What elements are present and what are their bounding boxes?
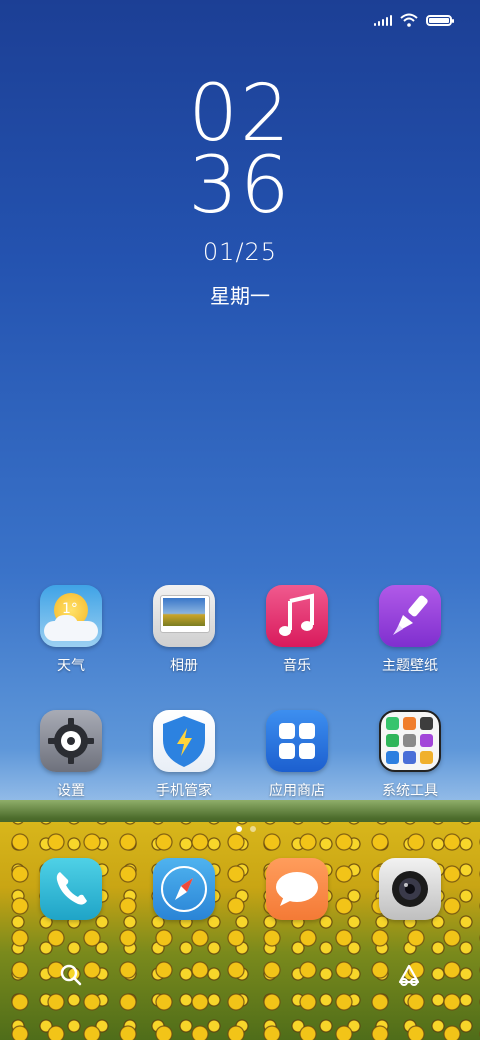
browser-icon xyxy=(153,858,215,920)
app-folder-system-tools[interactable]: 系统工具 xyxy=(360,710,460,800)
app-label: 手机管家 xyxy=(156,783,212,799)
phone-icon xyxy=(40,858,102,920)
wifi-icon xyxy=(400,13,418,27)
clock-minute: 36 xyxy=(188,141,292,231)
app-drawer-icon[interactable] xyxy=(396,962,422,988)
app-label: 主题壁纸 xyxy=(382,658,438,674)
signal-bars-icon xyxy=(374,14,392,26)
page-indicator[interactable] xyxy=(236,826,256,832)
gallery-icon xyxy=(153,585,215,647)
status-bar xyxy=(374,12,454,28)
app-settings[interactable]: 设置 xyxy=(21,710,121,800)
date-text: 01/25 xyxy=(202,238,278,266)
folder-icon xyxy=(379,710,441,772)
dock-browser[interactable] xyxy=(134,858,234,920)
lockscreen-clock: 02 36 xyxy=(0,69,480,231)
app-label: 相册 xyxy=(170,658,198,674)
app-gallery[interactable]: 相册 xyxy=(134,585,234,675)
app-label: 设置 xyxy=(57,783,85,799)
search-icon[interactable] xyxy=(58,962,84,988)
weekday-text: 星期一 xyxy=(210,284,270,308)
app-label: 天气 xyxy=(57,658,85,674)
clock-hour: 02 xyxy=(188,69,292,159)
app-music[interactable]: 音乐 xyxy=(247,585,347,675)
battery-icon xyxy=(426,14,454,26)
dock-messages[interactable] xyxy=(247,858,347,920)
gear-icon xyxy=(40,710,102,772)
app-store-icon xyxy=(266,710,328,772)
music-icon xyxy=(266,585,328,647)
app-security[interactable]: 手机管家 xyxy=(134,710,234,800)
page-dot-2[interactable] xyxy=(250,826,256,832)
weather-icon: 1° xyxy=(40,585,102,647)
page-dot-1[interactable] xyxy=(236,826,242,832)
dock-phone[interactable] xyxy=(21,858,121,920)
wallpaper-sunflower-field xyxy=(0,822,480,1040)
app-label: 音乐 xyxy=(283,658,311,674)
messages-icon xyxy=(266,858,328,920)
app-weather[interactable]: 1° 天气 xyxy=(21,585,121,675)
shield-icon xyxy=(153,710,215,772)
app-label: 系统工具 xyxy=(382,783,438,799)
app-label: 应用商店 xyxy=(269,783,325,799)
weather-temp: 1° xyxy=(62,601,78,617)
app-store[interactable]: 应用商店 xyxy=(247,710,347,800)
dock-camera[interactable] xyxy=(360,858,460,920)
paintbrush-icon xyxy=(379,585,441,647)
camera-icon xyxy=(379,858,441,920)
app-themes[interactable]: 主题壁纸 xyxy=(360,585,460,675)
